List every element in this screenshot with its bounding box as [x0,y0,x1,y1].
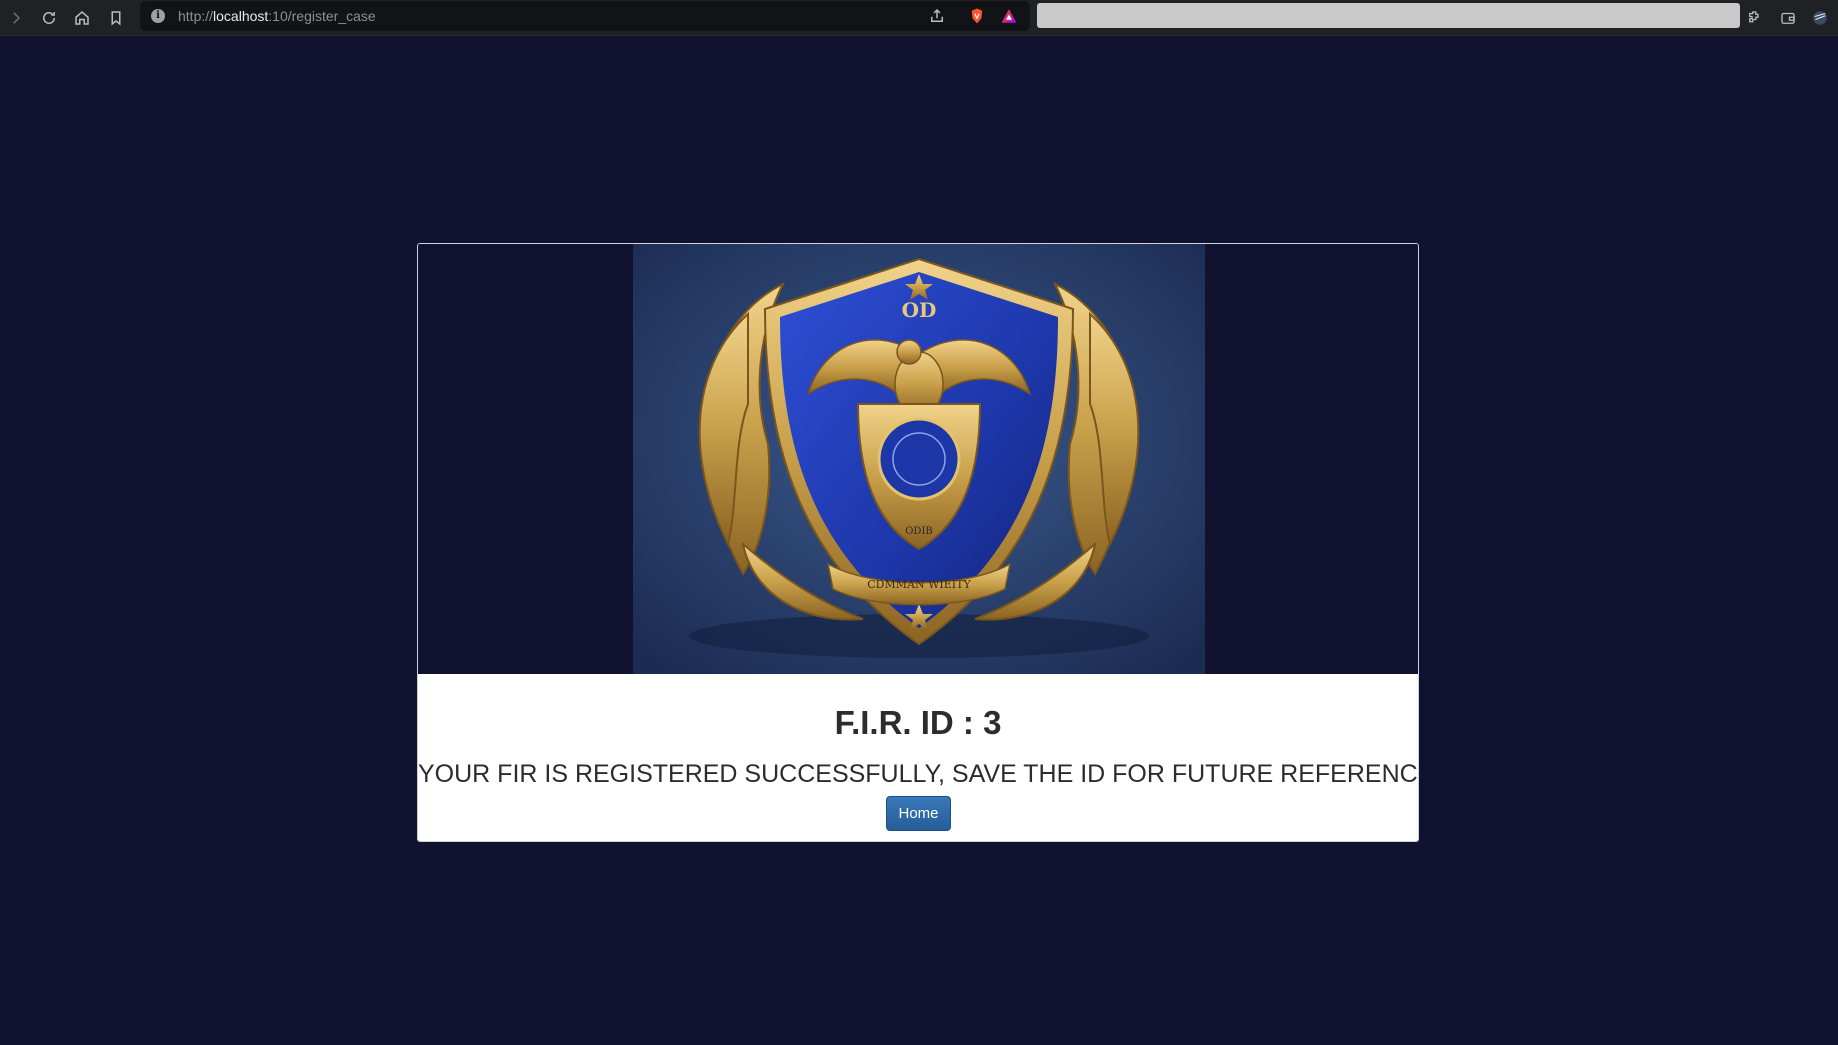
success-message: YOUR FIR IS REGISTERED SUCCESSFULLY, SAV… [418,760,1419,788]
site-info-icon[interactable]: i [151,9,165,23]
emblem-ribbon-text: CDMMAN WIEITY [867,578,971,591]
bookmark-icon[interactable] [102,4,130,32]
fir-id-heading: F.I.R. ID : 3 [834,704,1002,741]
emblem-lower-text: ODIB [905,526,933,537]
address-url: http://localhost:10/register_case [178,8,376,24]
profile-icon[interactable] [1806,4,1834,32]
browser-toolbar: i http://localhost:10/register_case [0,0,1838,36]
forward-icon[interactable] [2,4,30,32]
home-icon[interactable] [68,4,96,32]
card-body: F.I.R. ID : 3 YOUR FIR IS REGISTERED SUC… [418,674,1418,841]
reload-icon[interactable] [35,4,63,32]
card-image-area: OD ODIB CDMMAN WIEITY [418,244,1418,674]
address-bar[interactable]: i http://localhost:10/register_case [140,1,1098,31]
emblem-top-text: OD [902,298,937,322]
search-field[interactable] [1037,3,1740,28]
brave-shield-icon[interactable] [966,5,988,27]
wallet-icon[interactable] [1774,4,1802,32]
fir-result-card: OD ODIB CDMMAN WIEITY F.I.R. ID : 3 YOUR… [417,243,1419,842]
police-emblem-image: OD ODIB CDMMAN WIEITY [633,244,1205,674]
extensions-icon[interactable] [1741,4,1769,32]
brave-rewards-icon[interactable] [998,5,1020,27]
share-icon[interactable] [926,5,948,27]
home-button[interactable]: Home [886,796,951,831]
